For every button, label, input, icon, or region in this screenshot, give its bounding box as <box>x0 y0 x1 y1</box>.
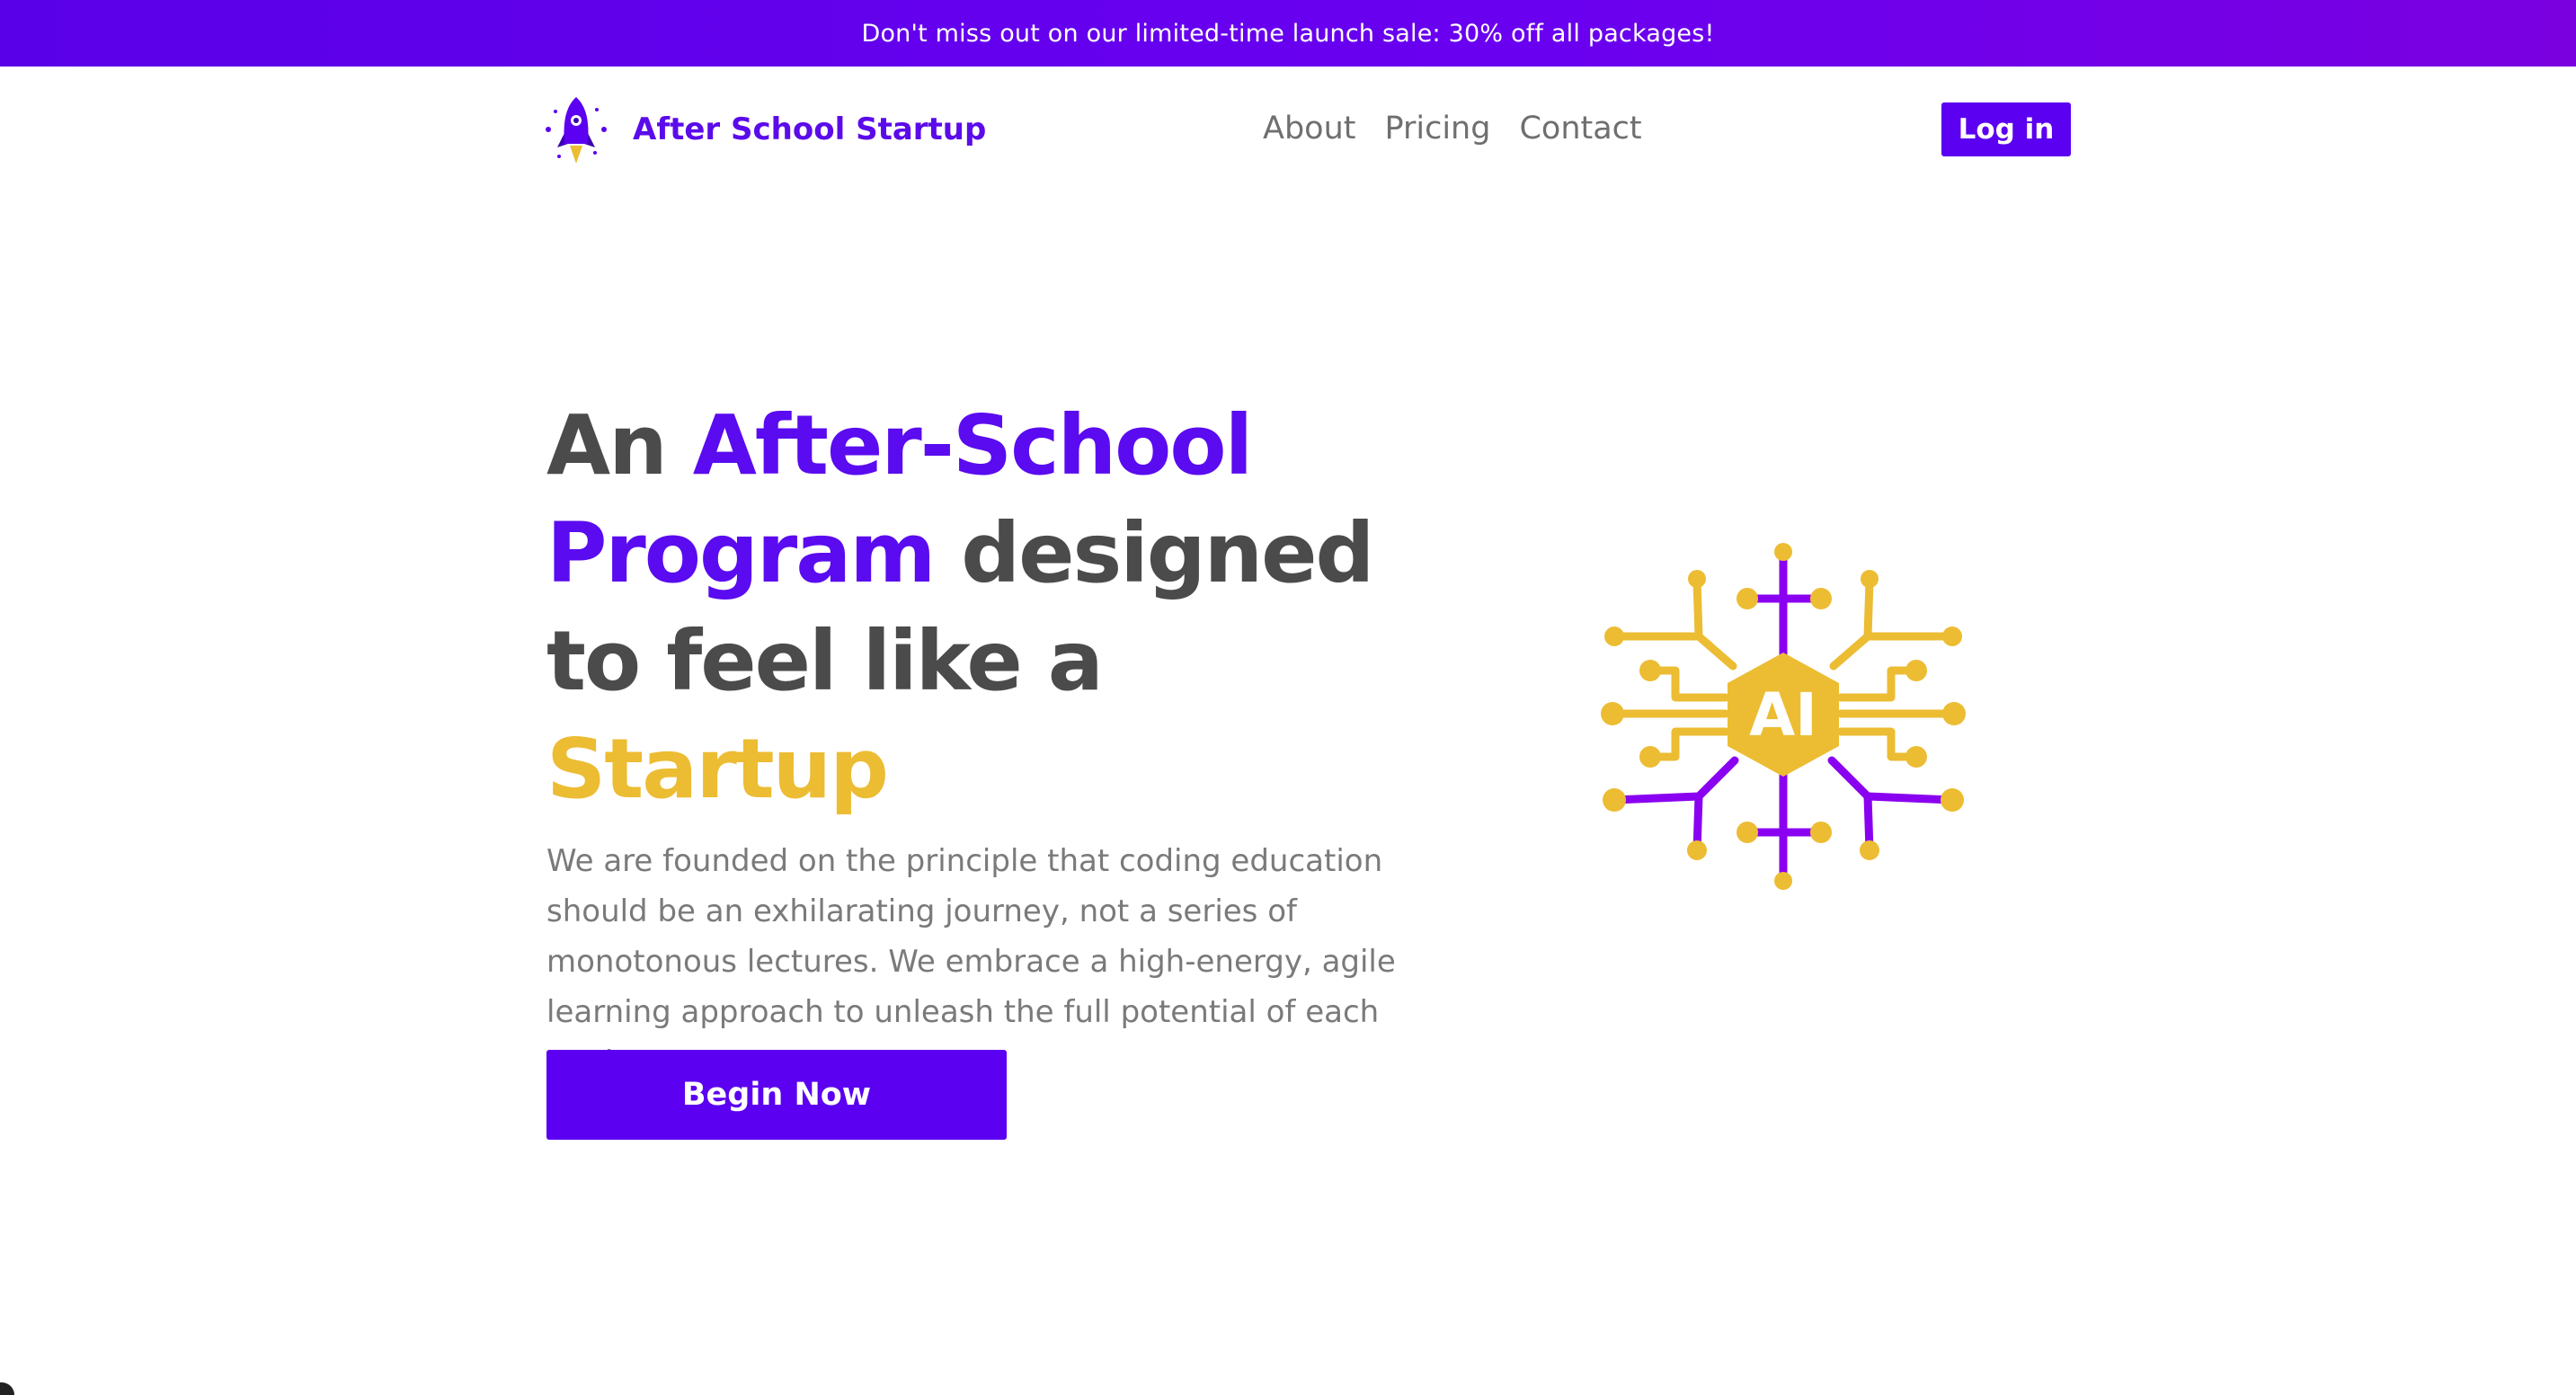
nav-link-contact[interactable]: Contact <box>1519 111 1641 147</box>
nav-links: About Pricing Contact <box>1263 106 1642 151</box>
hero-title-part-1: An <box>546 397 693 493</box>
brand-logo[interactable]: After School Startup <box>543 93 986 165</box>
nav-link-pricing[interactable]: Pricing <box>1384 111 1490 147</box>
hero-title-part-2: After-School <box>692 397 1253 493</box>
begin-now-button[interactable]: Begin Now <box>546 1050 1007 1140</box>
hero-title-part-6: Startup <box>546 721 889 817</box>
ai-chip-label: AI <box>1749 680 1817 750</box>
nav-link-about[interactable]: About <box>1263 111 1355 147</box>
login-button[interactable]: Log in <box>1941 102 2071 156</box>
window-corner <box>0 1382 14 1395</box>
hero-title: An After-School Program designed to feel l… <box>546 392 1463 823</box>
hero-title-part-3: Program <box>546 505 936 601</box>
rocket-icon <box>546 97 607 164</box>
hero-section: An After-School Program designed to feel l… <box>546 392 1463 1088</box>
top-navigation: After School Startup About Pricing Conta… <box>0 67 2576 192</box>
ai-circuit-icon: AI <box>1601 543 1966 890</box>
hero-title-part-4: designed <box>934 505 1374 601</box>
promo-banner-text: Don't miss out on our limited-time launc… <box>861 19 1715 48</box>
brand-name: After School Startup <box>633 111 987 147</box>
promo-banner: Don't miss out on our limited-time launc… <box>0 0 2576 67</box>
hero-title-part-5: to feel like a <box>546 613 1104 709</box>
